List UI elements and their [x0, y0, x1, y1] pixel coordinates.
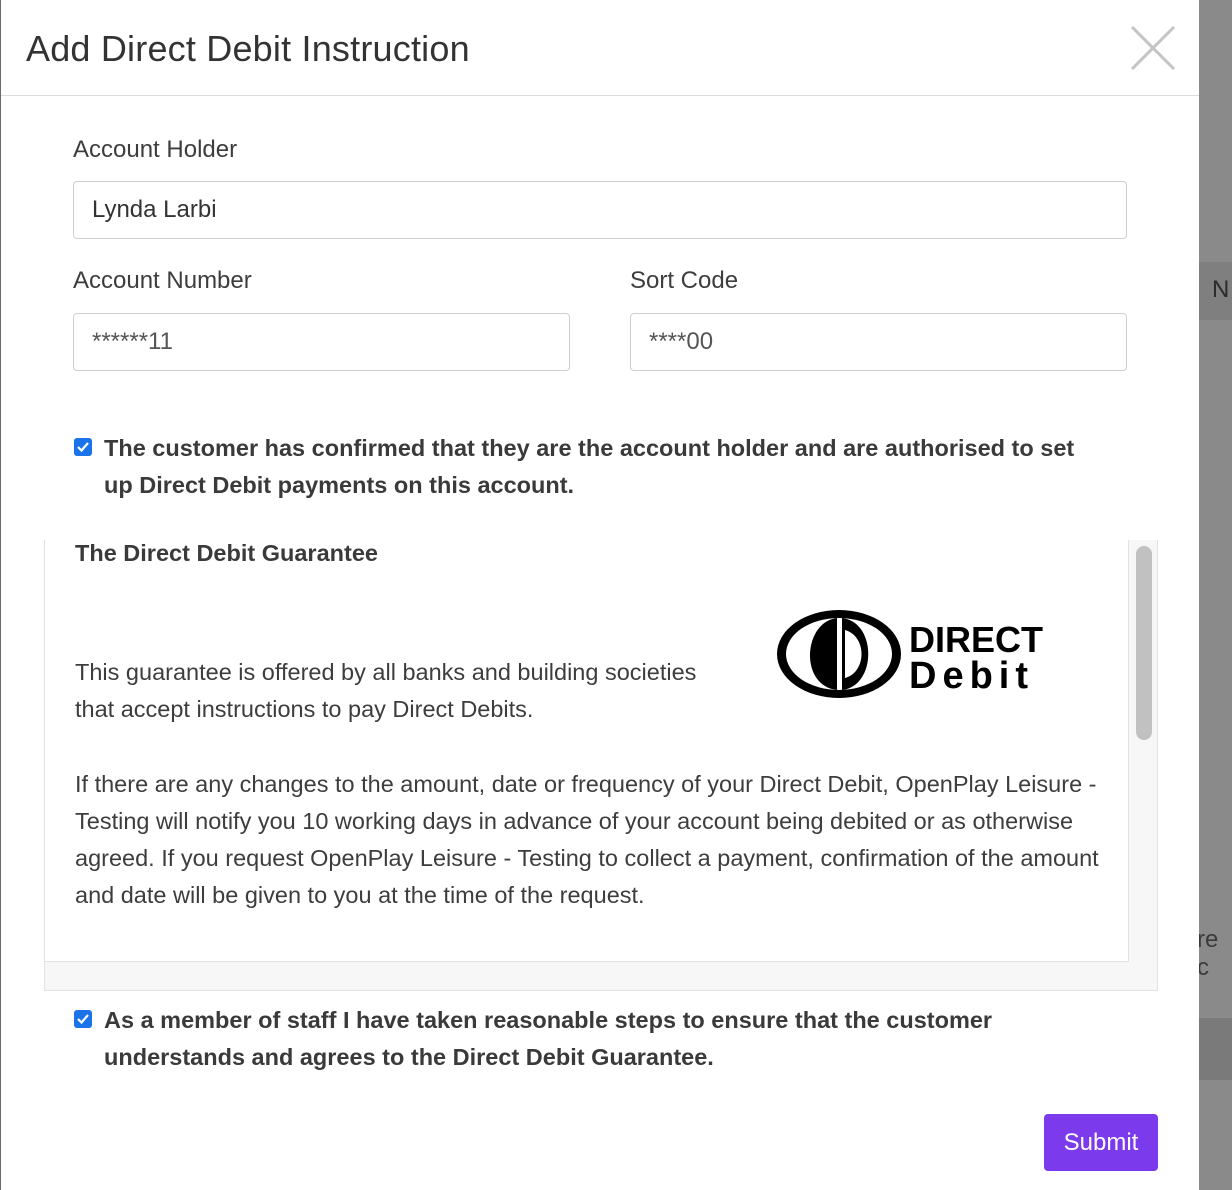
backdrop-page: [1199, 0, 1232, 1190]
confirm-holder-row: The customer has confirmed that they are…: [74, 430, 1084, 504]
account-number-label: Account Number: [73, 267, 252, 294]
confirm-holder-checkbox[interactable]: [74, 438, 92, 456]
logo-text-debit: Debit: [909, 655, 1034, 697]
account-number-input[interactable]: [73, 313, 570, 371]
submit-button[interactable]: Submit: [1044, 1114, 1158, 1171]
scrollbar-thumb[interactable]: [1136, 546, 1152, 740]
guarantee-panel[interactable]: The Direct Debit Guarantee DIRECT Debit …: [44, 540, 1158, 991]
account-holder-label: Account Holder: [73, 136, 238, 163]
confirm-staff-row: As a member of staff I have taken reason…: [74, 1002, 1124, 1076]
check-icon: [77, 442, 89, 453]
check-icon: [77, 1014, 89, 1025]
confirm-staff-label: As a member of staff I have taken reason…: [104, 1007, 993, 1070]
confirm-staff-checkbox[interactable]: [74, 1010, 92, 1028]
backdrop-text-fragment: re c: [1197, 926, 1219, 981]
backdrop-text-fragment: N: [1212, 276, 1230, 303]
modal-header: Add Direct Debit Instruction: [1, 0, 1199, 96]
logo-text-direct: DIRECT: [909, 619, 1043, 660]
confirm-holder-label: The customer has confirmed that they are…: [104, 435, 1075, 498]
guarantee-title: The Direct Debit Guarantee: [75, 540, 378, 566]
guarantee-content: The Direct Debit Guarantee DIRECT Debit …: [45, 540, 1129, 962]
guarantee-paragraph: This guarantee is offered by all banks a…: [75, 659, 697, 722]
close-icon: [1130, 25, 1176, 71]
guarantee-paragraph: If there are any changes to the amount, …: [75, 771, 1099, 908]
direct-debit-modal: Add Direct Debit Instruction Account Hol…: [1, 0, 1199, 1190]
sort-code-label: Sort Code: [630, 267, 739, 294]
close-button[interactable]: [1129, 24, 1177, 72]
modal-title: Add Direct Debit Instruction: [26, 28, 470, 69]
direct-debit-logo: DIRECT Debit: [775, 608, 1065, 704]
account-holder-input[interactable]: [73, 181, 1127, 239]
backdrop-block: [1199, 1018, 1232, 1080]
sort-code-input[interactable]: [630, 313, 1127, 371]
